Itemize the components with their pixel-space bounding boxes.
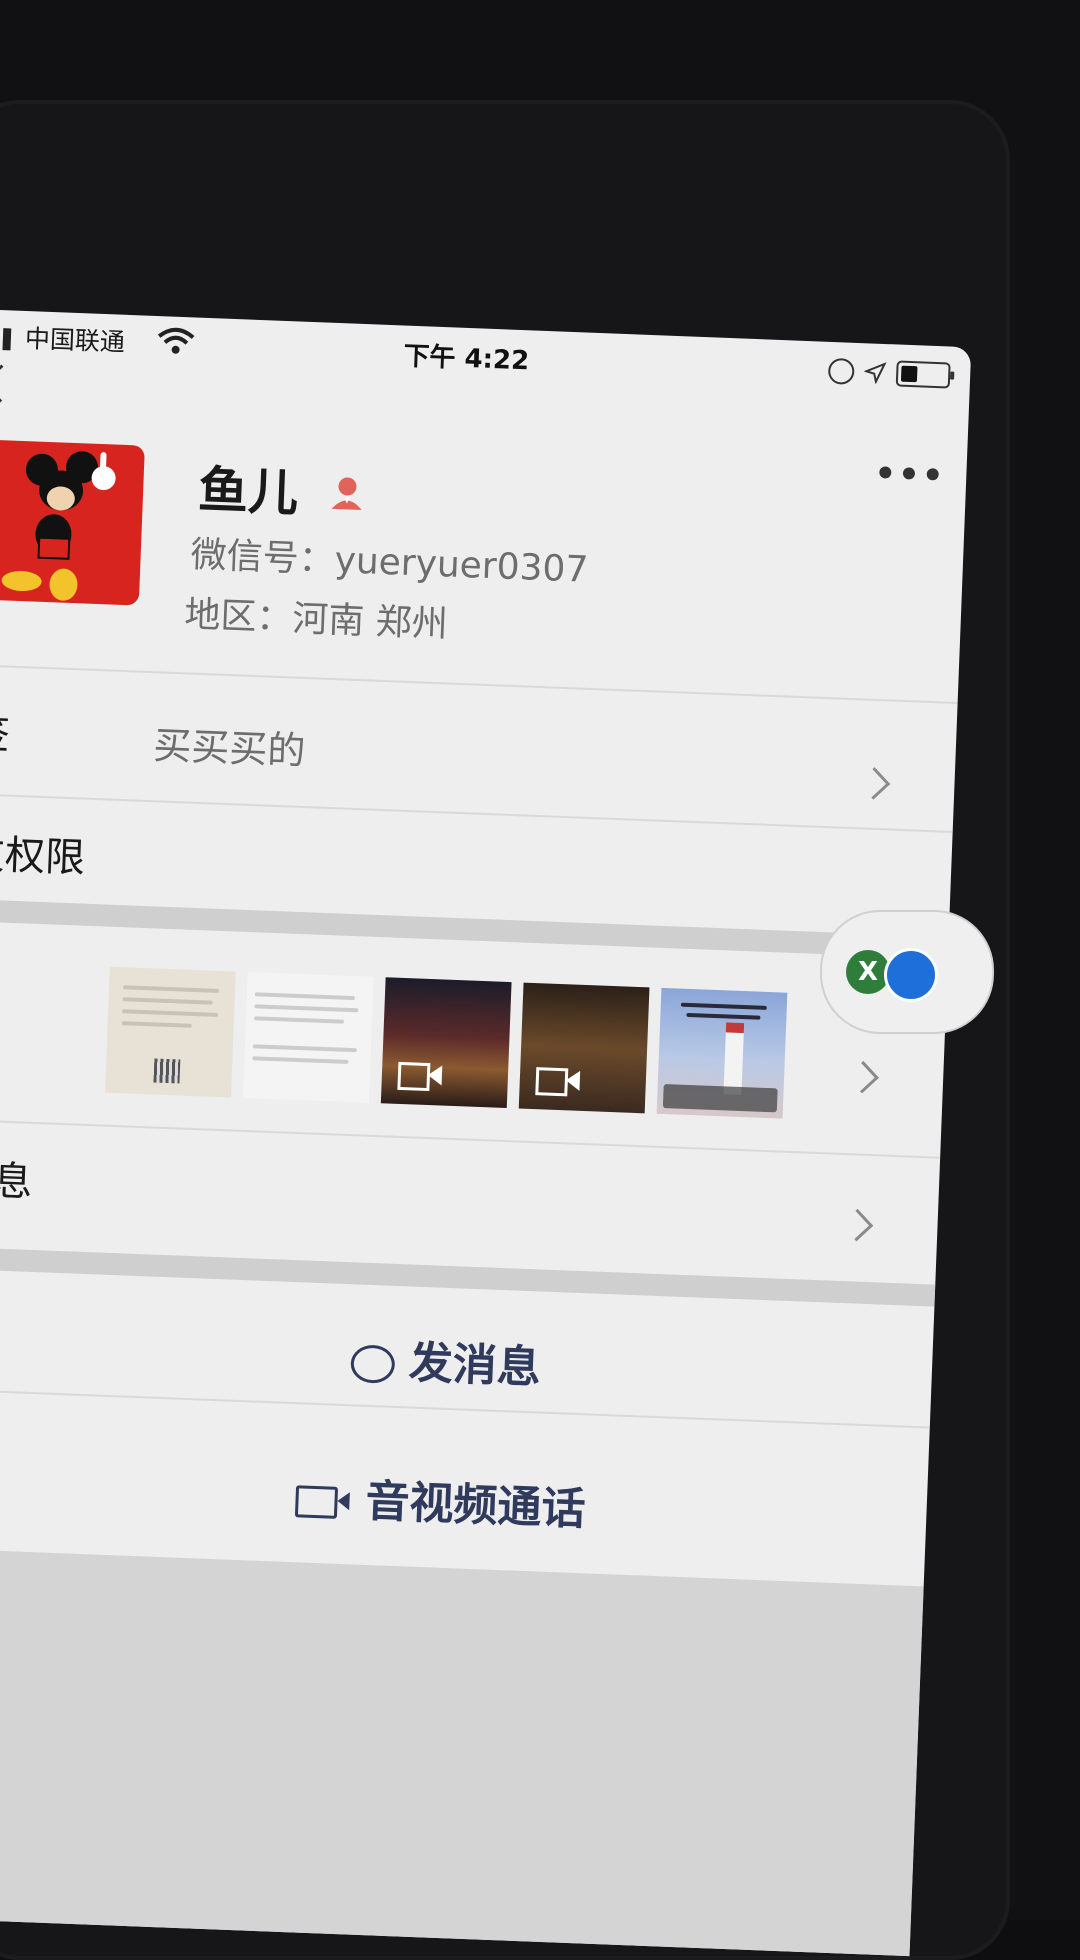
female-icon <box>331 477 362 511</box>
tags-label: 签 <box>0 711 11 759</box>
tags-value: 买买买的 <box>152 723 307 774</box>
send-message-label: 发消息 <box>407 1337 542 1394</box>
divider <box>0 793 953 833</box>
location-icon <box>863 362 887 385</box>
region: 地区：河南 郑州 <box>183 594 449 646</box>
divider <box>0 664 958 705</box>
wifi-icon <box>157 327 195 354</box>
more-options-icon[interactable]: ••• <box>874 454 947 497</box>
profile-name: 鱼儿 <box>197 460 300 523</box>
chevron-right-icon <box>840 1208 874 1242</box>
video-call-button[interactable]: 音视频通话 <box>0 1449 928 1550</box>
more-info-label: 信息 <box>0 1156 34 1206</box>
section-gap <box>0 1247 936 1307</box>
privacy-label: 友权限 <box>0 831 86 882</box>
section-gap <box>0 899 949 959</box>
video-camera-icon <box>294 1485 339 1519</box>
video-call-label: 音视频通话 <box>364 1475 587 1536</box>
rotation-lock-icon <box>827 357 855 385</box>
photo-background: 中国联通 下午 4:22 ••• 鱼儿 微信号：yueryuer0307 地区：… <box>0 0 1080 1960</box>
phone-screen: 中国联通 下午 4:22 ••• 鱼儿 微信号：yueryuer0307 地区：… <box>0 310 972 1957</box>
status-right-icons <box>827 357 955 389</box>
lighthouse-image <box>723 1022 745 1096</box>
divider <box>0 1119 941 1159</box>
signal-icon <box>2 328 12 351</box>
floating-app-icon <box>884 948 938 1002</box>
moment-thumbnail <box>242 971 374 1103</box>
mickey-avatar-icon <box>1 451 116 601</box>
moment-thumbnail <box>656 987 788 1119</box>
carrier-name: 中国联通 <box>24 323 126 357</box>
avatar[interactable] <box>0 438 145 606</box>
moments-thumbnails <box>105 966 788 1119</box>
chat-bubble-icon <box>350 1344 396 1384</box>
moment-video-thumbnail <box>380 977 512 1109</box>
moment-thumbnail <box>105 966 236 1098</box>
wechat-id[interactable]: 微信号：yueryuer0307 <box>190 526 589 593</box>
bottom-area <box>0 1549 924 1957</box>
video-icon <box>397 1061 431 1092</box>
battery-icon <box>895 360 955 389</box>
status-time: 下午 4:22 <box>402 341 530 377</box>
floating-window-bubble[interactable]: X <box>820 910 994 1034</box>
chevron-right-icon <box>857 767 891 800</box>
video-icon <box>535 1067 569 1097</box>
moment-video-thumbnail <box>518 982 650 1114</box>
chevron-right-icon <box>846 1060 879 1094</box>
